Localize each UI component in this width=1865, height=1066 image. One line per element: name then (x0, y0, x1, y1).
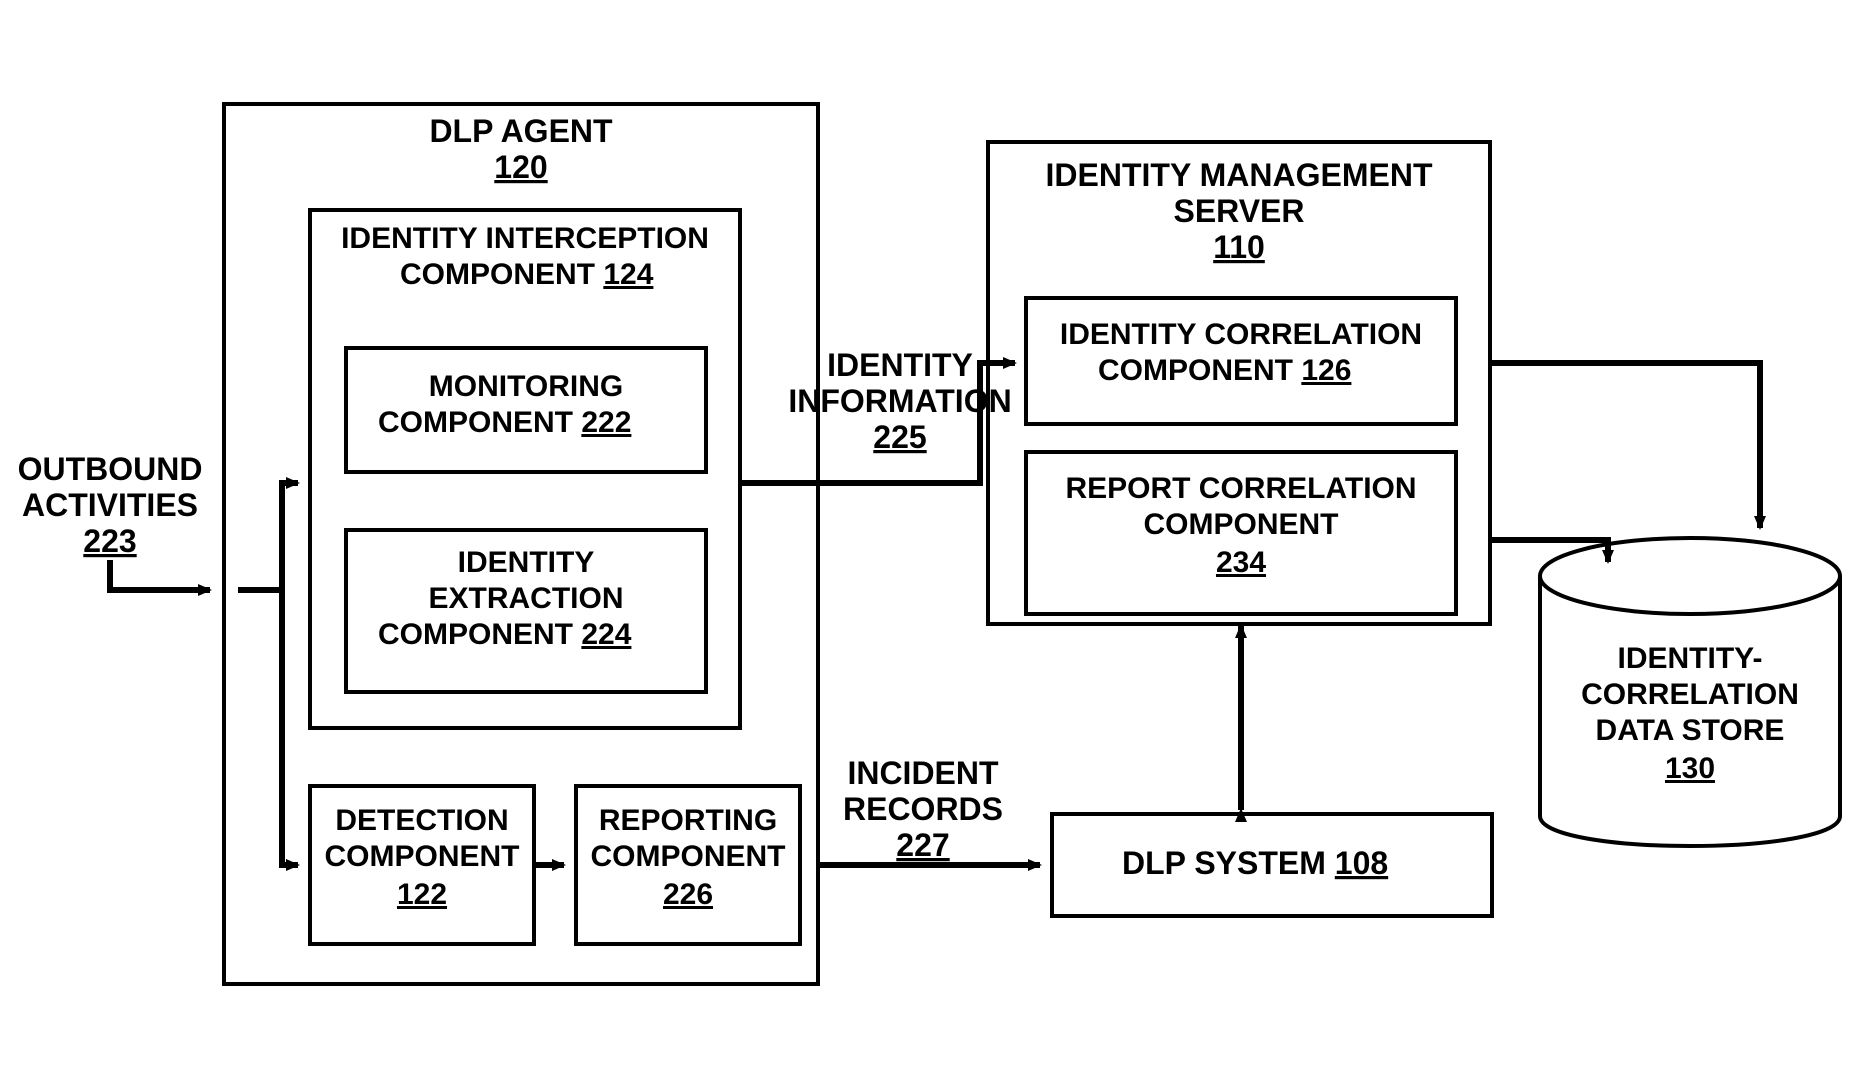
datastore-line1: IDENTITY- (1617, 642, 1762, 675)
extraction-line1: IDENTITY (458, 546, 595, 579)
identity-interception-block: IDENTITY INTERCEPTION COMPONENT 124 MONI… (310, 210, 740, 728)
incident-records-label: INCIDENT RECORDS 227 (843, 755, 1003, 863)
dlp-agent-ref: 120 (494, 149, 547, 185)
outbound-ref: 223 (83, 523, 136, 559)
icc-ref: 126 (1301, 354, 1351, 387)
diagram-canvas: OUTBOUND ACTIVITIES 223 DLP AGENT 120 ID… (0, 0, 1865, 1066)
rcc-line1: REPORT CORRELATION (1065, 472, 1416, 505)
outbound-line1: OUTBOUND (18, 451, 203, 487)
arrow-outbound-to-dlp (110, 560, 210, 590)
identityinfo-line1: IDENTITY (827, 347, 973, 383)
outbound-activities-label: OUTBOUND ACTIVITIES 223 (18, 451, 203, 559)
incident-line1: INCIDENT (847, 755, 999, 791)
identityinfo-ref: 225 (873, 419, 926, 455)
extraction-line3: COMPONENT (378, 618, 573, 651)
incident-line2: RECORDS (843, 791, 1003, 827)
iic-line1: IDENTITY INTERCEPTION (341, 222, 709, 255)
extraction-line2: EXTRACTION (429, 582, 624, 615)
iic-line2: COMPONENT (400, 258, 595, 291)
icc-line1: IDENTITY CORRELATION (1060, 318, 1422, 351)
dlp-system-ref: 108 (1335, 845, 1388, 881)
ims-ref: 110 (1213, 229, 1265, 265)
iic-ref: 124 (603, 258, 653, 291)
reporting-ref: 226 (663, 878, 713, 911)
svg-text:COMPONENT 222: COMPONENT 222 (378, 406, 631, 439)
ims-line2: SERVER (1173, 193, 1304, 229)
dlp-agent-label: DLP AGENT (429, 113, 613, 149)
detection-line1: DETECTION (335, 804, 508, 837)
datastore-line2: CORRELATION (1581, 678, 1799, 711)
monitoring-block: MONITORING COMPONENT 222 (346, 348, 706, 472)
monitoring-ref: 222 (581, 406, 631, 439)
rcc-ref: 234 (1216, 546, 1266, 579)
ims-line1: IDENTITY MANAGEMENT (1046, 157, 1433, 193)
outbound-line2: ACTIVITIES (22, 487, 198, 523)
rcc-block: REPORT CORRELATION COMPONENT 234 (1026, 452, 1456, 614)
dlp-system-label: DLP SYSTEM (1122, 845, 1326, 881)
ims-block: IDENTITY MANAGEMENT SERVER 110 IDENTITY … (988, 142, 1490, 624)
reporting-block: REPORTING COMPONENT 226 (576, 786, 800, 944)
reporting-line2: COMPONENT (591, 840, 786, 873)
icc-line2: COMPONENT (1098, 354, 1293, 387)
icc-block: IDENTITY CORRELATION COMPONENT 126 (1026, 298, 1456, 424)
rcc-line2: COMPONENT (1144, 508, 1339, 541)
extraction-block: IDENTITY EXTRACTION COMPONENT 224 (346, 530, 706, 692)
svg-text:COMPONENT 224: COMPONENT 224 (378, 618, 632, 651)
reporting-line1: REPORTING (599, 804, 777, 837)
incident-ref: 227 (896, 827, 949, 863)
arrow-ims-to-datastore-top (1490, 363, 1760, 528)
svg-text:COMPONENT 124: COMPONENT 124 (400, 258, 654, 291)
dlp-system-block: DLP SYSTEM 108 (1052, 814, 1492, 916)
datastore-block: IDENTITY- CORRELATION DATA STORE 130 (1540, 538, 1840, 846)
detection-line2: COMPONENT (325, 840, 520, 873)
svg-text:DLP SYSTEM 108: DLP SYSTEM 108 (1122, 845, 1388, 881)
datastore-ref: 130 (1665, 752, 1715, 785)
detection-block: DETECTION COMPONENT 122 (310, 786, 534, 944)
extraction-ref: 224 (581, 618, 631, 651)
monitoring-line2: COMPONENT (378, 406, 573, 439)
detection-ref: 122 (397, 878, 447, 911)
svg-text:COMPONENT 126: COMPONENT 126 (1098, 354, 1351, 387)
monitoring-line1: MONITORING (429, 370, 623, 403)
datastore-line3: DATA STORE (1596, 714, 1785, 747)
